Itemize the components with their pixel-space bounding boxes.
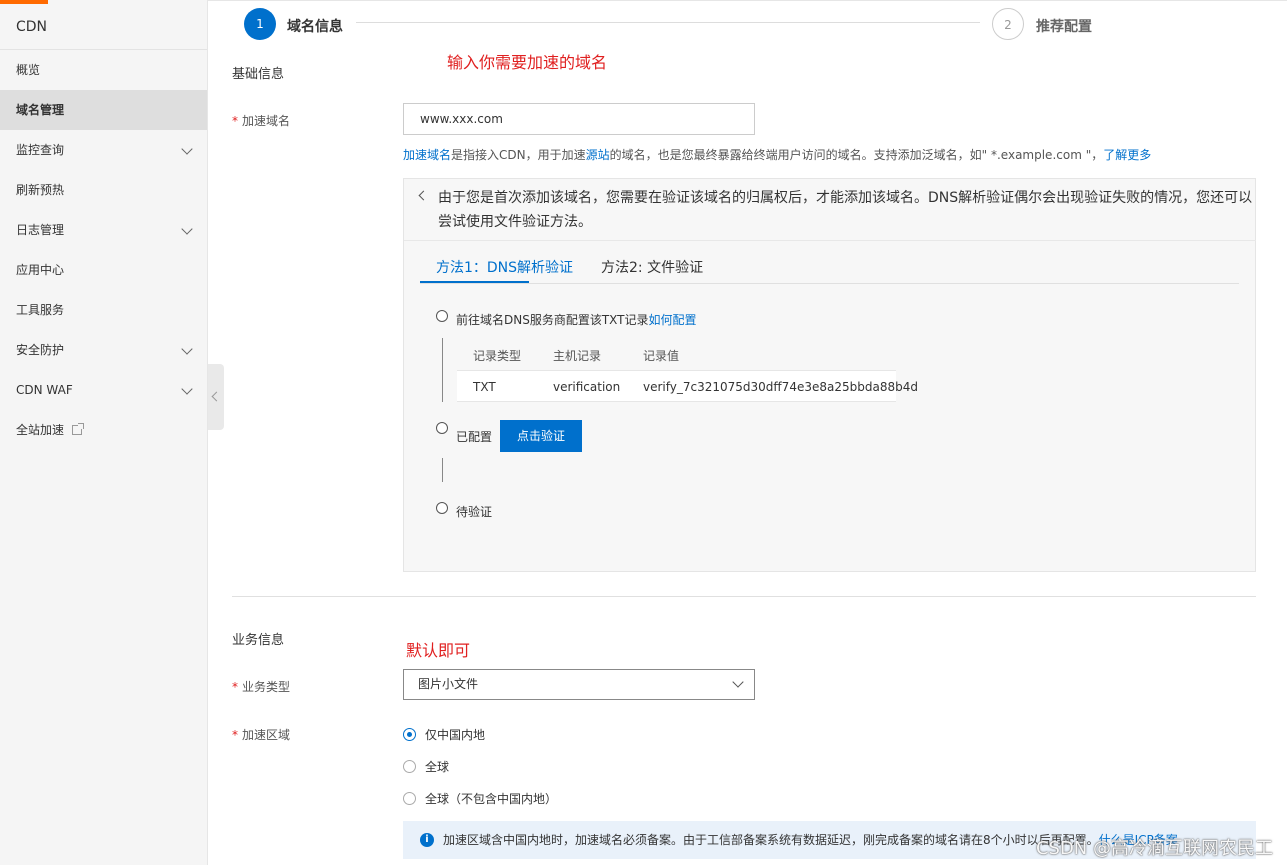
required-mark: * — [232, 728, 238, 742]
sidebar-title: CDN — [0, 0, 207, 50]
region-label: * 加速区域 — [232, 726, 290, 743]
sidebar-item-dcdn[interactable]: 全站加速 — [0, 410, 207, 450]
step-2-indicator: 2 — [992, 8, 1024, 40]
sidebar-item-app-center[interactable]: 应用中心 — [0, 250, 207, 290]
txt-record-table: 记录类型 主机记录 记录值 TXT verification verify_7c… — [457, 338, 918, 402]
region-option-global[interactable]: 全球 — [403, 758, 449, 775]
business-type-select[interactable]: 图片小文件 — [403, 669, 755, 700]
sidebar-item-label: 安全防护 — [16, 343, 65, 357]
step-1-label: 域名信息 — [287, 19, 343, 35]
sidebar-item-cdn-waf[interactable]: CDN WAF — [0, 370, 207, 410]
top-border — [208, 0, 1287, 3]
radio-icon — [403, 792, 416, 805]
step-connector-line — [442, 458, 443, 482]
chevron-down-icon — [732, 676, 744, 688]
chevron-down-icon — [181, 383, 193, 395]
verify-step-3-text: 待验证 — [456, 505, 493, 519]
region-option-label: 全球 — [425, 760, 450, 774]
domain-label-text: 加速域名 — [242, 114, 291, 128]
business-type-label: * 业务类型 — [232, 678, 290, 695]
sidebar: CDN 概览 域名管理 监控查询 刷新预热 日志管理 应用中心 工具服务 安全防… — [0, 0, 208, 865]
sidebar-item-tools[interactable]: 工具服务 — [0, 290, 207, 330]
region-label-text: 加速区域 — [242, 728, 291, 742]
sidebar-item-label: 应用中心 — [16, 263, 65, 277]
chevron-down-icon — [181, 223, 193, 235]
table-header-row: 记录类型 主机记录 记录值 — [457, 338, 896, 370]
region-option-global-excl-mainland[interactable]: 全球（不包含中国内地） — [403, 790, 557, 807]
tab-file-verify[interactable]: 方法2: 文件验证 — [601, 257, 703, 277]
step-radio-configured — [436, 422, 448, 434]
sidebar-collapse-handle[interactable] — [208, 364, 224, 430]
sidebar-item-label: 域名管理 — [16, 103, 65, 117]
step-radio-pending — [436, 502, 448, 514]
sidebar-item-label: 刷新预热 — [16, 183, 65, 197]
external-link-icon — [72, 423, 85, 435]
sidebar-item-refresh-preload[interactable]: 刷新预热 — [0, 170, 207, 210]
domain-input[interactable]: www.xxx.com — [403, 103, 755, 135]
sidebar-item-label: 概览 — [16, 63, 41, 77]
section-title-business: 业务信息 — [232, 633, 285, 648]
step-2-label: 推荐配置 — [1036, 19, 1092, 35]
verify-message: 由于您是首次添加该域名，您需要在验证该域名的归属权后，才能添加该域名。DNS解析… — [438, 190, 1253, 230]
verify-step-1: 前往域名DNS服务商配置该TXT记录如何配置 — [456, 311, 697, 328]
tab-dns-verify[interactable]: 方法1：DNS解析验证 — [436, 257, 573, 277]
table-cell: TXT — [473, 380, 496, 394]
sidebar-item-label: CDN WAF — [16, 383, 73, 397]
region-option-label: 全球（不包含中国内地） — [425, 792, 558, 806]
table-cell: verification — [553, 380, 621, 394]
step-1-indicator: 1 — [244, 8, 276, 40]
sidebar-item-logs[interactable]: 日志管理 — [0, 210, 207, 250]
help-text-part: 是指接入CDN，用于加速 — [451, 148, 586, 162]
radio-checked-icon — [403, 728, 416, 741]
divider — [404, 240, 1256, 241]
sidebar-item-label: 监控查询 — [16, 143, 65, 157]
required-mark: * — [232, 114, 238, 128]
sidebar-item-label: 工具服务 — [16, 303, 65, 317]
step-connector-line — [442, 338, 443, 402]
brand-bar — [0, 0, 48, 4]
sidebar-item-overview[interactable]: 概览 — [0, 50, 207, 90]
section-divider — [232, 596, 1256, 597]
help-link-learn-more[interactable]: 了解更多 — [1103, 148, 1151, 162]
sidebar-item-monitoring[interactable]: 监控查询 — [0, 130, 207, 170]
help-link-origin[interactable]: 源站 — [586, 148, 610, 162]
verify-step-2-text: 已配置 — [456, 430, 493, 444]
annotation-default-hint: 默认即可 — [406, 641, 471, 660]
section-title-basic: 基础信息 — [232, 67, 285, 82]
help-text-part: 的域名，也是您最终暴露给终端用户访问的域名。支持添加泛域名，如" *.examp… — [609, 148, 1104, 162]
region-option-mainland[interactable]: 仅中国内地 — [403, 726, 485, 743]
domain-label: * 加速域名 — [232, 112, 290, 129]
step-connector — [356, 22, 980, 23]
sidebar-item-security[interactable]: 安全防护 — [0, 330, 207, 370]
sidebar-item-label: 全站加速 — [16, 423, 65, 437]
domain-help-text: 加速域名是指接入CDN，用于加速源站的域名，也是您最终暴露给终端用户访问的域名。… — [403, 146, 1151, 163]
notice-text: 加速区域含中国内地时，加速域名必须备案。由于工信部备案系统有数据延迟，刚完成备案… — [443, 833, 1099, 847]
table-header: 记录类型 — [473, 349, 522, 363]
watermark: CSDN @高冷滴互联网农民工 — [1035, 838, 1273, 859]
business-type-value: 图片小文件 — [418, 677, 479, 691]
chevron-down-icon — [181, 143, 193, 155]
business-type-label-text: 业务类型 — [242, 680, 291, 694]
table-header: 记录值 — [643, 349, 680, 363]
table-row: TXT verification verify_7c321075d30dff74… — [457, 370, 918, 402]
annotation-domain-hint: 输入你需要加速的域名 — [447, 53, 608, 72]
info-icon: i — [420, 833, 434, 847]
sidebar-item-domain-management[interactable]: 域名管理 — [0, 90, 207, 130]
region-option-label: 仅中国内地 — [425, 728, 486, 742]
help-link-domain[interactable]: 加速域名 — [403, 148, 451, 162]
verify-step-1-text: 前往域名DNS服务商配置该TXT记录 — [456, 313, 649, 327]
how-to-configure-link[interactable]: 如何配置 — [649, 313, 697, 327]
table-header: 主机记录 — [553, 349, 602, 363]
verify-button[interactable]: 点击验证 — [500, 420, 582, 452]
step-radio-configure — [436, 310, 448, 322]
chevron-down-icon — [181, 343, 193, 355]
table-cell: verify_7c321075d30dff74e3e8a25bbda88b4d — [643, 380, 918, 394]
tab-active-indicator — [420, 281, 529, 283]
sidebar-item-label: 日志管理 — [16, 223, 65, 237]
radio-icon — [403, 760, 416, 773]
tab-baseline — [420, 283, 1239, 284]
required-mark: * — [232, 680, 238, 694]
